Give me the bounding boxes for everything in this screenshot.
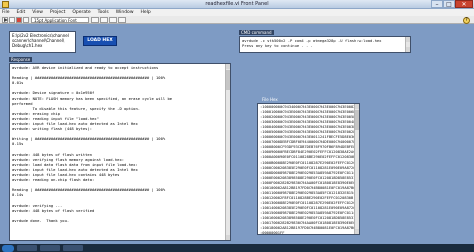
menu-edit[interactable]: Edit [17, 9, 26, 16]
taskbar-item[interactable] [63, 245, 83, 251]
file-hex-label: File Hex [262, 97, 278, 102]
hex-line: :1000E0002083898588E290E0FC0120818D858E8… [260, 175, 356, 180]
scroll-down-icon[interactable] [355, 229, 359, 234]
hex-line: :00000001FF [260, 231, 285, 235]
file-hex-scrollbar[interactable] [354, 104, 359, 234]
menu-project[interactable]: Project [50, 9, 65, 16]
window-titlebar: readhexfile.vi Front Panel – □ ✕ [0, 0, 474, 9]
taskbar-item[interactable] [40, 245, 60, 251]
hex-line: :1000D000898788E290E029853A859A8792E0FC0… [260, 170, 356, 175]
scroll-up-icon[interactable] [355, 104, 359, 109]
menu-operate[interactable]: Operate [72, 9, 90, 16]
cmd-command-label: CMD command [239, 30, 274, 35]
response-line [12, 223, 228, 228]
hex-line: :1000F000282B29830C94AA00FC0180818E8390E… [260, 180, 356, 185]
scroll-thumb[interactable] [355, 110, 359, 130]
os-taskbar [0, 244, 474, 252]
menu-tools[interactable]: Tools [98, 9, 109, 16]
window-title: readhexfile.vi Front Panel [205, 1, 269, 7]
response-output[interactable]: avrdude: AVR device initialized and read… [9, 63, 231, 241]
hex-line: :1000A00090E0FC0110828BE290E02FEFFC01208… [260, 155, 356, 160]
start-button[interactable] [2, 244, 14, 252]
front-panel: E:\p\2v2 Electronics\channel scanner\cha… [0, 25, 474, 252]
hex-path-field[interactable]: E:\p\2v2 Electronics\channel scanner\cha… [9, 31, 76, 53]
scroll-up-icon[interactable] [226, 64, 230, 69]
help-icon[interactable]: ? [463, 17, 470, 24]
menu-bar: File Edit View Project Operate Tools Win… [0, 9, 474, 16]
maximize-button[interactable]: □ [443, 0, 455, 8]
abort-icon[interactable] [16, 17, 22, 23]
window-controls: – □ ✕ [431, 0, 473, 8]
cmd-line: Press any key to continue . . . [242, 43, 313, 48]
distribute-icon[interactable] [100, 17, 108, 23]
scroll-thumb[interactable] [226, 70, 230, 90]
font-selector[interactable]: 15pt Application Font [31, 17, 89, 23]
taskbar-item[interactable] [17, 245, 37, 251]
cmd-command-output[interactable]: avrdude -c stk500v2 -P com4 -p atmega328… [239, 36, 411, 53]
file-hex-output[interactable]: :100000000C9434000C943E000C943E000C943E0… [257, 103, 360, 235]
scroll-up-icon[interactable] [406, 37, 410, 42]
pause-icon[interactable] [23, 17, 29, 23]
resize-icon[interactable] [109, 17, 117, 23]
close-button[interactable]: ✕ [455, 0, 473, 8]
menu-help[interactable]: Help [141, 9, 151, 16]
run-continuous-icon[interactable] [9, 17, 15, 23]
menu-file[interactable]: File [2, 9, 10, 16]
menu-view[interactable]: View [32, 9, 43, 16]
response-scrollbar[interactable] [225, 64, 230, 240]
align-icon[interactable] [91, 17, 99, 23]
load-hex-button[interactable]: LOAD HEX [83, 36, 117, 46]
toolbar: 15pt Application Font ? [0, 16, 474, 24]
scroll-down-icon[interactable] [226, 235, 230, 240]
scroll-down-icon[interactable] [406, 47, 410, 52]
reorder-icon[interactable] [118, 17, 126, 23]
cmd-scrollbar[interactable] [405, 37, 410, 52]
run-arrow-icon[interactable] [2, 17, 8, 23]
hex-line: :1000B00088E290E0FC01108287E290E02FEFFC0… [260, 160, 356, 165]
minimize-button[interactable]: – [431, 0, 443, 8]
hex-line: :1000C000208385E290E0FC01108281E090E09A8… [260, 165, 356, 170]
response-label: Response [9, 57, 33, 62]
menu-window[interactable]: Window [116, 9, 134, 16]
